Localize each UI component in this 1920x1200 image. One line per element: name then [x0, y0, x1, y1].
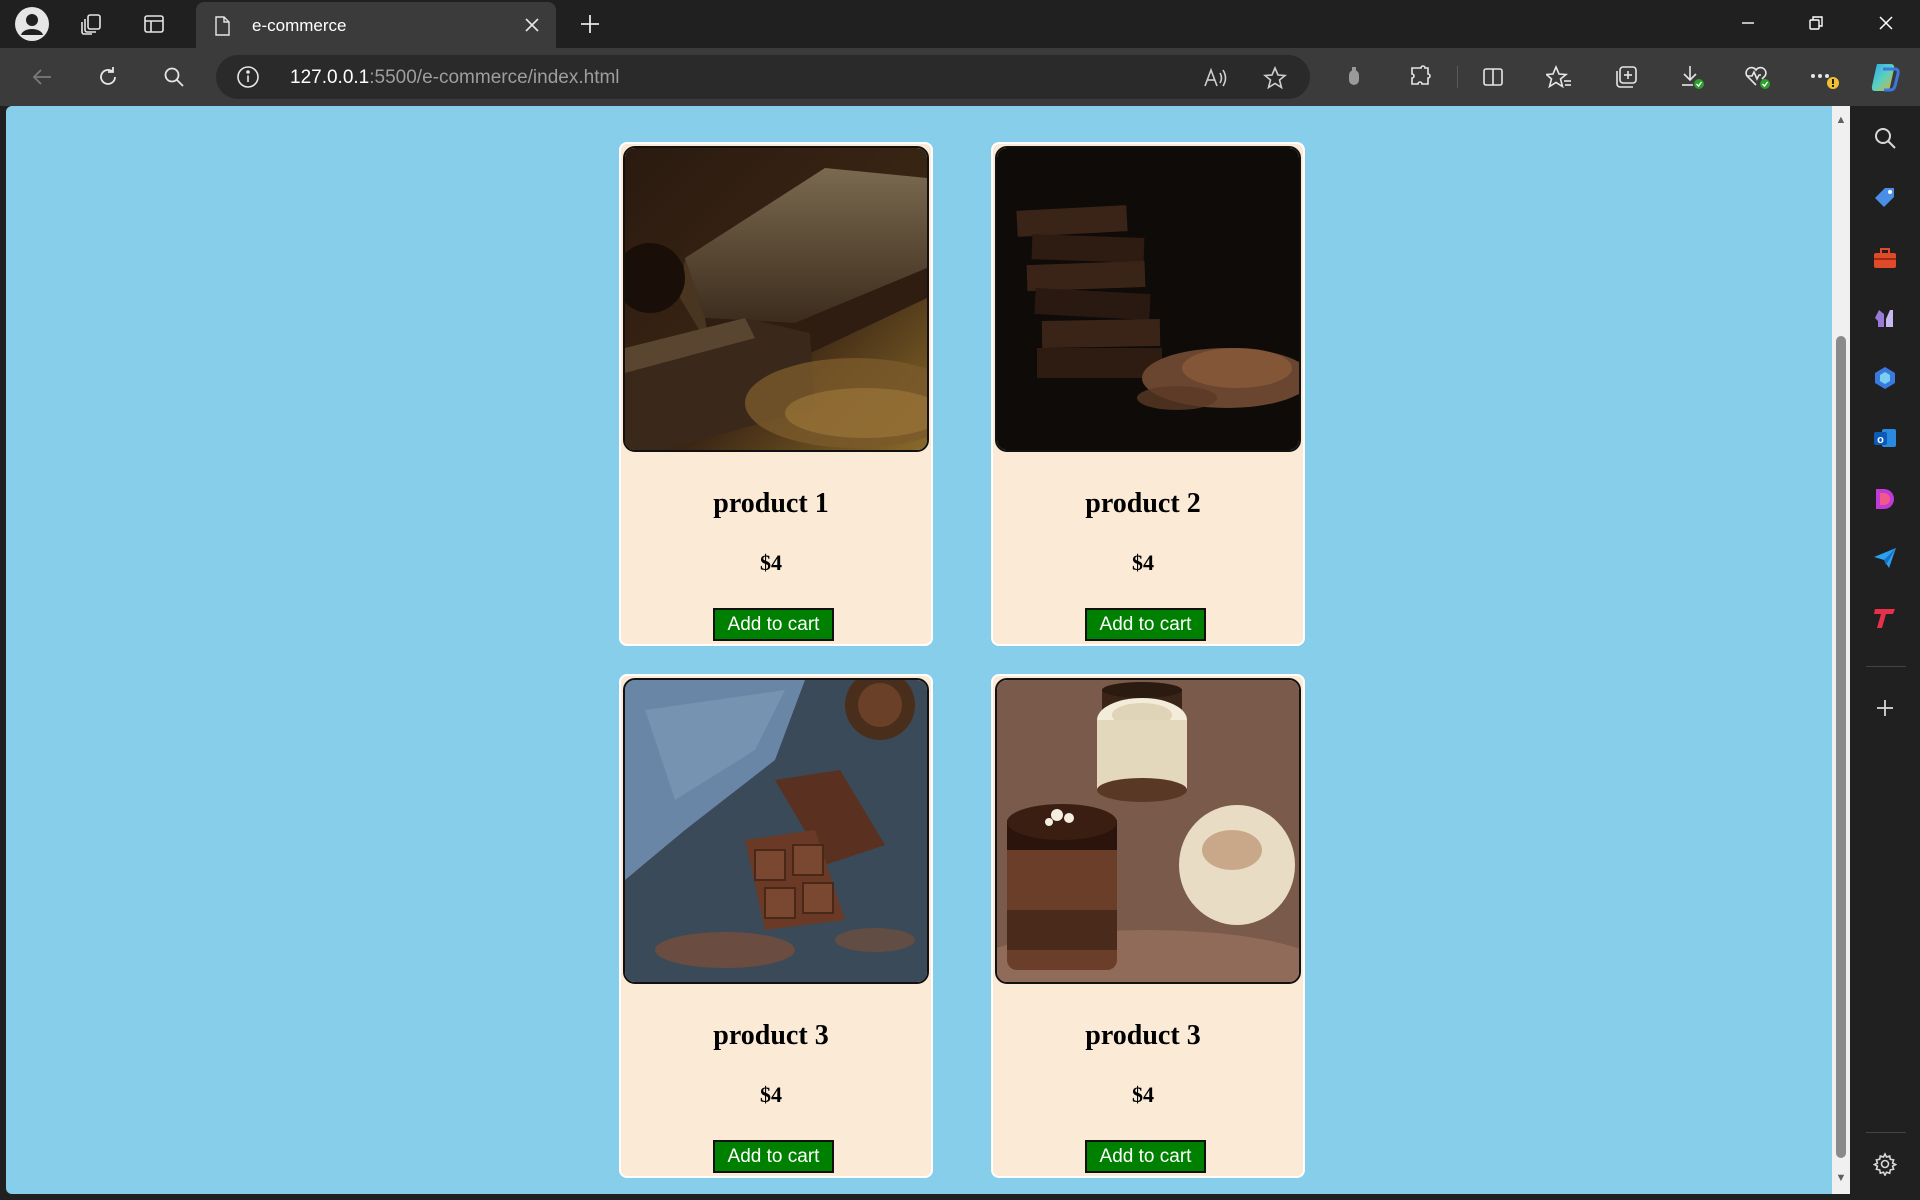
more-icon: [1811, 74, 1839, 89]
search-icon: [164, 67, 184, 87]
scrollbar-thumb[interactable]: [1836, 336, 1846, 1158]
copilot-button[interactable]: [1868, 59, 1904, 95]
product-image-2: [995, 146, 1301, 452]
product-card: product 3 $4 Add to cart: [619, 674, 933, 1178]
shopping-tag-icon[interactable]: [1867, 180, 1903, 216]
product-name: product 2: [1085, 488, 1201, 519]
product-card: product 2 $4 Add to cart: [991, 142, 1305, 646]
product-card: product 1 $4 Add to cart: [619, 142, 933, 646]
product-price: $4: [760, 550, 782, 575]
toolbar-divider: [1457, 66, 1458, 88]
scroll-up-arrow-icon[interactable]: ▲: [1835, 114, 1847, 126]
product-name: product 1: [713, 488, 829, 519]
star-icon[interactable]: [1260, 63, 1290, 93]
outlook-icon[interactable]: o: [1867, 420, 1903, 456]
product-image-4: [995, 678, 1301, 984]
gear-icon[interactable]: [1867, 1146, 1903, 1182]
extension-button[interactable]: [1336, 59, 1372, 95]
page-viewport: product 1 $4 Add to cart product 2 $4 Ad…: [6, 106, 1832, 1194]
back-button[interactable]: [24, 59, 60, 95]
restore-icon: [1809, 16, 1823, 30]
more-button[interactable]: [1806, 59, 1842, 95]
favorites-button[interactable]: [1541, 59, 1577, 95]
new-tab-button[interactable]: [572, 8, 608, 40]
edge-sidebar: o: [1850, 106, 1920, 1200]
product-image-3: [623, 678, 929, 984]
restore-button[interactable]: [1786, 0, 1846, 46]
minimize-icon: [1742, 22, 1754, 24]
back-arrow-icon: [32, 69, 51, 85]
sidebar-divider: [1866, 1132, 1906, 1133]
page-icon: [214, 16, 230, 36]
extensions-button[interactable]: [1403, 59, 1439, 95]
add-to-cart-button[interactable]: Add to cart: [1085, 608, 1206, 641]
close-window-button[interactable]: [1856, 0, 1916, 46]
downloads-button[interactable]: [1674, 59, 1710, 95]
vertical-scrollbar[interactable]: ▲ ▼: [1832, 106, 1850, 1194]
close-icon: [1879, 16, 1893, 30]
split-screen-icon: [1483, 68, 1503, 86]
product-image-1: [623, 146, 929, 452]
workspaces-icon[interactable]: [74, 8, 110, 40]
close-icon[interactable]: [518, 11, 546, 39]
url-text[interactable]: 127.0.0.1:5500/e-commerce/index.html: [290, 67, 620, 89]
collections-icon: [1616, 66, 1637, 88]
browser-essentials-button[interactable]: [1740, 59, 1776, 95]
address-bar[interactable]: 127.0.0.1:5500/e-commerce/index.html: [216, 55, 1310, 99]
url-path: :5500/e-commerce/index.html: [369, 67, 620, 88]
refresh-icon: [100, 67, 116, 85]
send-icon[interactable]: [1867, 540, 1903, 576]
scroll-down-arrow-icon[interactable]: ▼: [1835, 1172, 1847, 1184]
extension-icon: [1349, 67, 1359, 85]
plus-icon: [581, 15, 599, 33]
add-to-cart-button[interactable]: Add to cart: [713, 1140, 834, 1173]
product-price: $4: [1132, 550, 1154, 575]
copilot-sidebar-icon[interactable]: [1867, 360, 1903, 396]
minimize-button[interactable]: [1718, 0, 1778, 46]
refresh-button[interactable]: [90, 59, 126, 95]
profile-icon[interactable]: [14, 7, 50, 41]
info-icon[interactable]: [236, 65, 260, 89]
tab-title: e-commerce: [252, 16, 347, 35]
product-name: product 3: [713, 1020, 829, 1051]
search-icon[interactable]: [1867, 120, 1903, 156]
browser-toolbar: 127.0.0.1:5500/e-commerce/index.html: [0, 48, 1920, 106]
heart-pulse-icon: [1745, 66, 1770, 89]
read-aloud-icon[interactable]: [1200, 63, 1230, 93]
games-icon[interactable]: [1867, 300, 1903, 336]
title-bar: e-commerce: [0, 0, 1920, 48]
plus-icon[interactable]: [1867, 690, 1903, 726]
add-to-cart-button[interactable]: Add to cart: [1085, 1140, 1206, 1173]
product-card: product 3 $4 Add to cart: [991, 674, 1305, 1178]
product-price: $4: [760, 1082, 782, 1107]
tab-active[interactable]: e-commerce: [196, 2, 556, 48]
split-screen-button[interactable]: [1475, 59, 1511, 95]
tab-actions-icon[interactable]: [136, 8, 172, 40]
copilot-icon: [1871, 64, 1900, 92]
sidebar-divider: [1866, 666, 1906, 667]
extension-t-icon[interactable]: [1867, 600, 1903, 636]
designer-icon[interactable]: [1867, 480, 1903, 516]
download-icon: [1682, 66, 1704, 89]
product-price: $4: [1132, 1082, 1154, 1107]
product-name: product 3: [1085, 1020, 1201, 1051]
search-button[interactable]: [156, 59, 192, 95]
tools-icon[interactable]: [1867, 240, 1903, 276]
puzzle-icon: [1411, 65, 1431, 85]
add-to-cart-button[interactable]: Add to cart: [713, 608, 834, 641]
favorites-icon: [1546, 65, 1571, 89]
url-host: 127.0.0.1: [290, 67, 370, 88]
collections-button[interactable]: [1608, 59, 1644, 95]
svg-text:o: o: [1877, 434, 1884, 446]
